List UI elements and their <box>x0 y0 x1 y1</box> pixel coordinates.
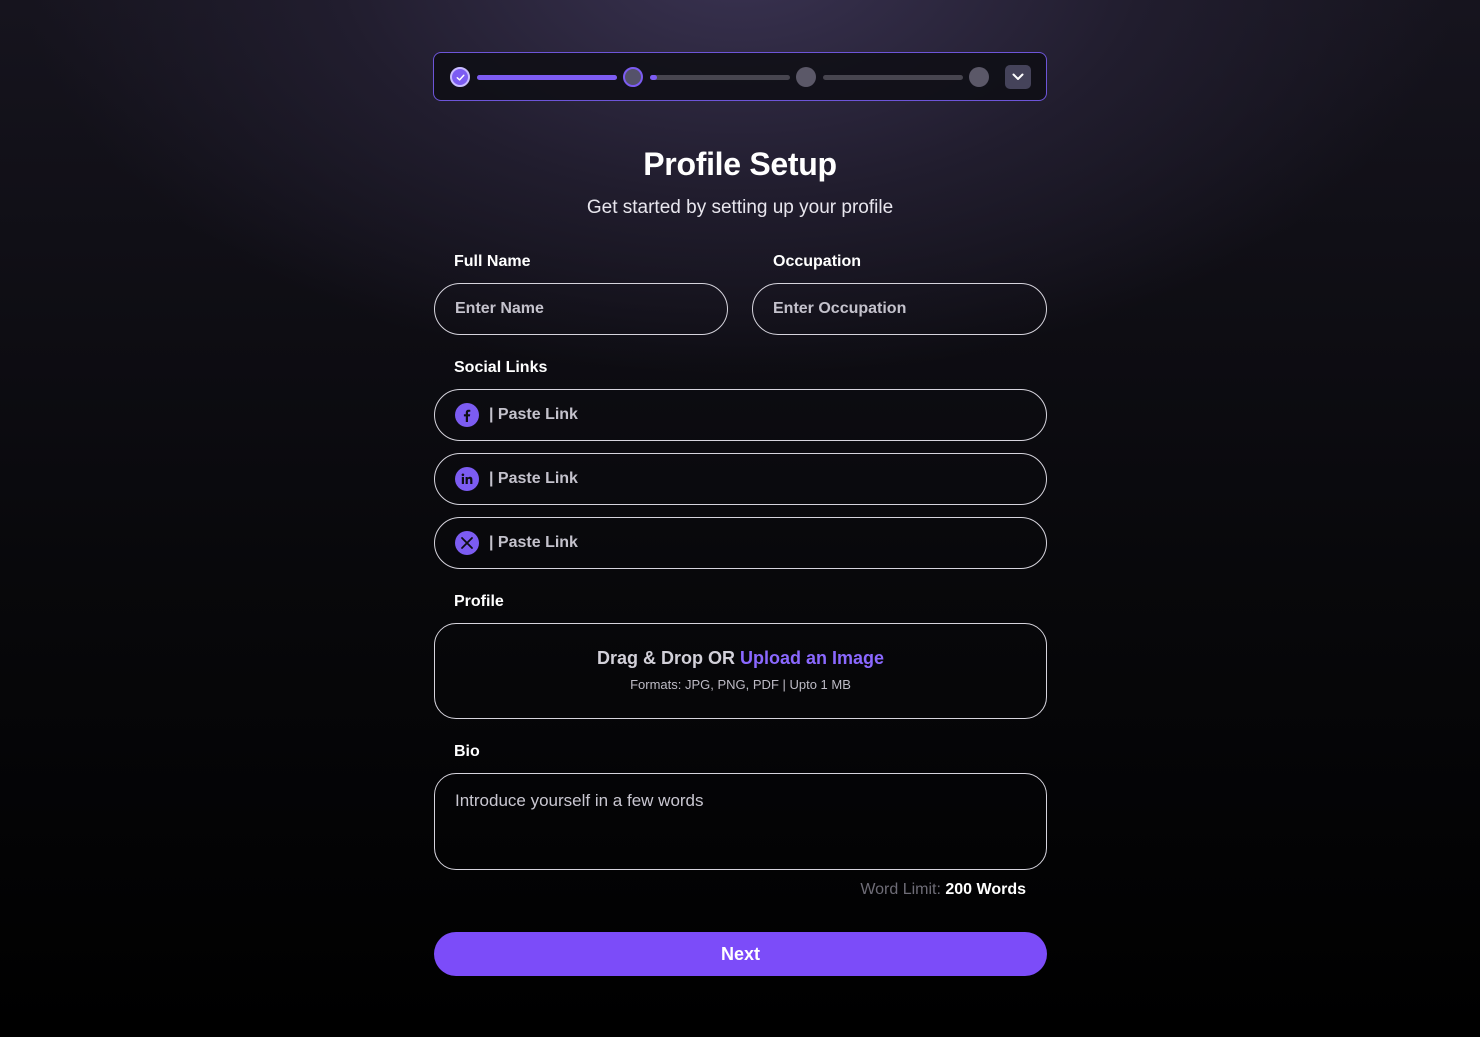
x-link-placeholder: | Paste Link <box>489 534 578 551</box>
linkedin-link-input[interactable]: | Paste Link <box>434 453 1047 505</box>
facebook-link-placeholder: | Paste Link <box>489 406 578 423</box>
bio-textarea[interactable]: Introduce yourself in a few words <box>434 773 1047 870</box>
word-limit-value: 200 Words <box>945 881 1026 898</box>
step-4-indicator[interactable] <box>969 67 989 87</box>
occupation-input[interactable]: Enter Occupation <box>752 283 1047 335</box>
next-button[interactable]: Next <box>434 932 1047 976</box>
linkedin-link-placeholder: | Paste Link <box>489 470 578 487</box>
occupation-label: Occupation <box>773 253 862 270</box>
step-3-indicator[interactable] <box>796 67 816 87</box>
drag-drop-text: Drag & Drop OR <box>596 648 735 668</box>
facebook-link-input[interactable]: | Paste Link <box>434 389 1047 441</box>
facebook-icon <box>455 403 479 427</box>
occupation-placeholder: Enter Occupation <box>773 300 907 317</box>
step-2-current-indicator[interactable] <box>623 67 643 87</box>
expand-steps-button[interactable] <box>1005 65 1031 89</box>
x-twitter-icon <box>455 531 479 555</box>
progress-stepper <box>433 52 1047 101</box>
word-limit: Word Limit: 200 Words <box>860 881 1026 899</box>
chevron-down-icon <box>1012 73 1024 80</box>
upload-image-link[interactable]: Upload an Image <box>740 648 884 668</box>
full-name-label: Full Name <box>454 253 531 270</box>
upload-formats-text: Formats: JPG, PNG, PDF | Upto 1 MB <box>630 677 851 692</box>
word-limit-label: Word Limit: <box>860 881 941 898</box>
page-subtitle: Get started by setting up your profile <box>586 197 894 218</box>
full-name-input[interactable]: Enter Name <box>434 283 728 335</box>
profile-image-dropzone[interactable]: Drag & Drop OR Upload an Image Formats: … <box>434 623 1047 719</box>
step-connector-2-fill <box>650 75 657 80</box>
step-connector-1-fill <box>477 75 617 80</box>
bio-label: Bio <box>454 743 480 760</box>
page-title: Profile Setup <box>643 146 837 182</box>
x-link-input[interactable]: | Paste Link <box>434 517 1047 569</box>
dropzone-instructions: Drag & Drop OR Upload an Image <box>435 648 1046 669</box>
bio-placeholder: Introduce yourself in a few words <box>455 791 704 810</box>
linkedin-icon <box>455 467 479 491</box>
step-connector-1 <box>477 75 617 80</box>
full-name-placeholder: Enter Name <box>455 300 544 317</box>
check-icon <box>456 74 465 81</box>
step-1-complete-indicator[interactable] <box>450 67 470 87</box>
step-connector-2 <box>650 75 790 80</box>
step-connector-3 <box>823 75 963 80</box>
profile-label: Profile <box>454 593 504 610</box>
social-links-label: Social Links <box>454 359 548 376</box>
